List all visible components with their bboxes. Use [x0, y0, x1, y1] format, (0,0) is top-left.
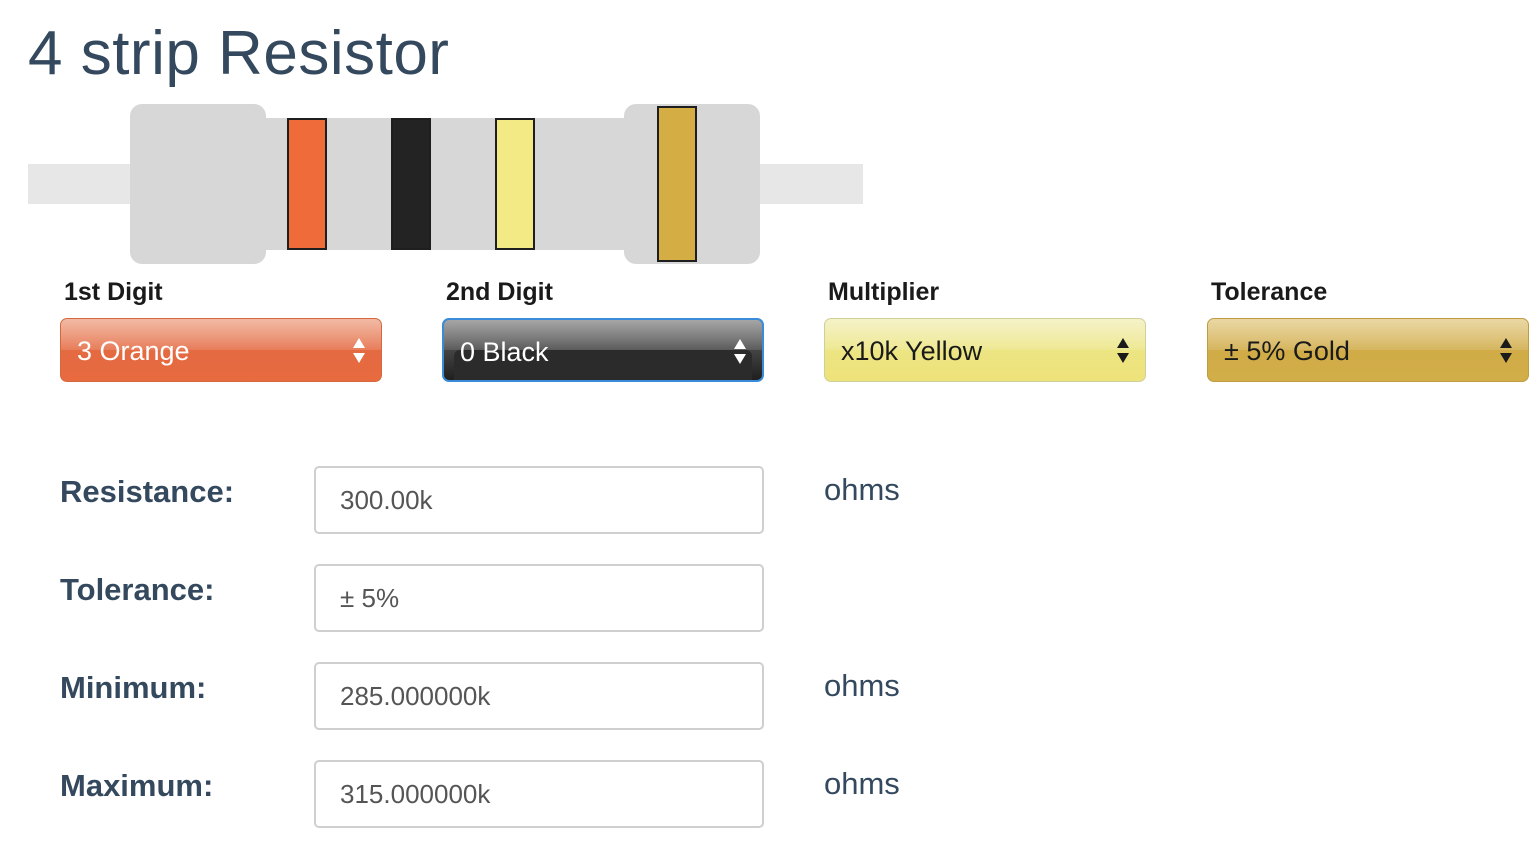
multiplier-label: Multiplier [828, 278, 940, 306]
second-digit-value: 0 Black [460, 337, 549, 367]
tolerance-select[interactable]: ± 5% Gold [1207, 318, 1529, 382]
minimum-unit: ohms [824, 668, 900, 703]
minimum-label: Minimum: [60, 670, 207, 705]
band-second-digit [391, 118, 431, 250]
multiplier-select[interactable]: x10k Yellow [824, 318, 1146, 382]
maximum-unit: ohms [824, 766, 900, 801]
resistor-left-cap [130, 104, 266, 264]
resistance-row: Resistance: 300.00k ohms [0, 466, 1540, 534]
tolerance-selector: Tolerance ± 5% Gold [1207, 276, 1529, 382]
tolerance-row: Tolerance: ± 5% [0, 564, 1540, 632]
first-digit-select[interactable]: 3 Orange [60, 318, 382, 382]
first-digit-selector: 1st Digit 3 Orange [60, 276, 382, 382]
select-arrows-icon [1117, 336, 1131, 366]
maximum-label: Maximum: [60, 768, 214, 803]
select-arrows-icon [1500, 336, 1514, 366]
resistance-label: Resistance: [60, 474, 235, 509]
second-digit-label: 2nd Digit [446, 278, 553, 306]
multiplier-selector: Multiplier x10k Yellow [824, 276, 1146, 382]
multiplier-value: x10k Yellow [841, 336, 983, 366]
first-digit-value: 3 Orange [77, 336, 190, 366]
tolerance-field[interactable]: ± 5% [314, 564, 764, 632]
resistance-unit: ohms [824, 472, 900, 507]
band-multiplier [495, 118, 535, 250]
select-arrows-icon [353, 336, 367, 366]
first-digit-label: 1st Digit [64, 278, 163, 306]
tolerance-label: Tolerance [1211, 278, 1328, 306]
band-tolerance [657, 106, 697, 262]
resistor-diagram [28, 100, 868, 270]
tolerance-value: ± 5% Gold [1224, 336, 1350, 366]
second-digit-select[interactable]: 0 Black [442, 318, 764, 382]
maximum-field[interactable]: 315.000000k [314, 760, 764, 828]
resistance-field[interactable]: 300.00k [314, 466, 764, 534]
second-digit-selector: 2nd Digit 0 Black [442, 276, 764, 382]
page-title: 4 strip Resistor [28, 19, 450, 88]
minimum-row: Minimum: 285.000000k ohms [0, 662, 1540, 730]
select-arrows-icon [734, 337, 748, 367]
tolerance-result-label: Tolerance: [60, 572, 215, 607]
minimum-field[interactable]: 285.000000k [314, 662, 764, 730]
band-first-digit [287, 118, 327, 250]
maximum-row: Maximum: 315.000000k ohms [0, 760, 1540, 828]
